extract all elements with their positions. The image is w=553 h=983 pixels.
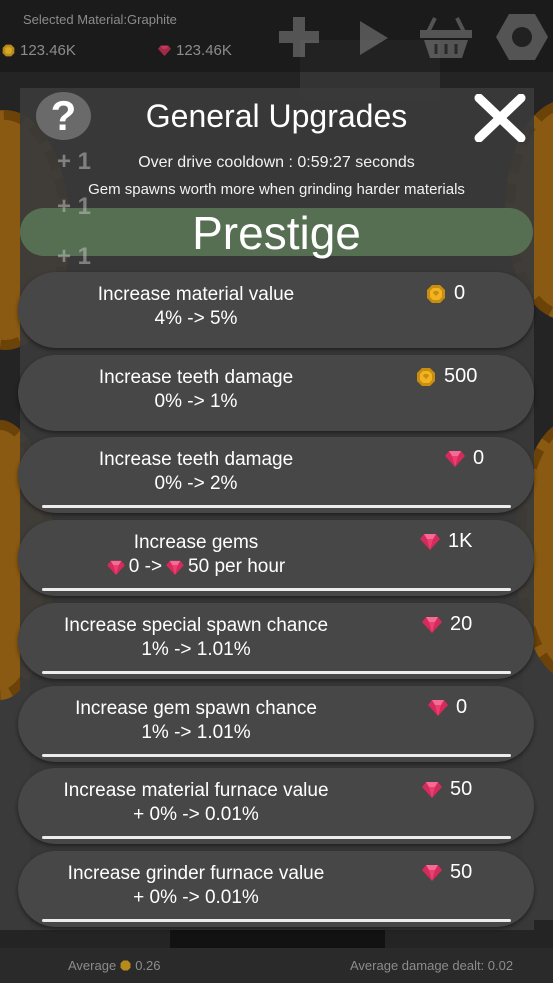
upgrade-value: 0 -> 50 per hour bbox=[18, 556, 374, 578]
upgrade-card-special-spawn-chance[interactable]: Increase special spawn chance 1% -> 1.01… bbox=[18, 603, 534, 679]
coin-icon bbox=[2, 44, 15, 57]
selected-material-label: Selected Material:Graphite bbox=[23, 12, 177, 27]
upgrade-cost: 50 bbox=[422, 861, 472, 884]
upgrade-title: Increase teeth damage bbox=[98, 367, 294, 388]
upgrade-card-material-value[interactable]: Increase material value 4% -> 5% 0 bbox=[18, 272, 534, 348]
upgrade-cost: 0 bbox=[428, 696, 467, 719]
gem-icon bbox=[422, 617, 442, 633]
floating-plus-one: + 1 bbox=[57, 243, 92, 270]
gem-icon bbox=[445, 451, 465, 467]
upgrade-value-from: 0 -> bbox=[128, 556, 163, 577]
upgrade-cost: 0 bbox=[426, 282, 465, 305]
upgrade-value: 4% -> 5% bbox=[154, 308, 238, 329]
upgrade-progress-bar bbox=[42, 505, 511, 508]
upgrade-cost-value: 50 bbox=[450, 861, 473, 883]
upgrade-value: 0% -> 1% bbox=[154, 391, 238, 412]
coin-icon bbox=[427, 284, 445, 303]
upgrade-value: + 0% -> 0.01% bbox=[133, 804, 259, 825]
upgrade-card-teeth-damage-gem[interactable]: Increase teeth damage 0% -> 2% 0 bbox=[18, 437, 534, 513]
upgrade-progress-bar bbox=[42, 754, 511, 757]
upgrade-card-gem-spawn-chance[interactable]: Increase gem spawn chance 1% -> 1.01% 0 bbox=[18, 686, 534, 762]
upgrade-value: + 0% -> 0.01% bbox=[133, 887, 259, 908]
gem-icon bbox=[428, 700, 448, 716]
gem-balance: 123.46K bbox=[158, 42, 232, 59]
floating-plus-one: + 1 bbox=[57, 193, 92, 220]
upgrade-value: 1% -> 1.01% bbox=[141, 722, 251, 743]
upgrade-title: Increase gems bbox=[133, 532, 259, 553]
upgrade-cost: 20 bbox=[422, 613, 472, 636]
upgrade-progress-bar bbox=[42, 919, 511, 922]
upgrade-card-gems[interactable]: Increase gems 0 -> 50 per hour 1K bbox=[18, 520, 534, 596]
coin-icon bbox=[120, 960, 131, 971]
floating-plus-one: + 1 bbox=[57, 148, 92, 175]
upgrade-value: 0% -> 2% bbox=[154, 473, 238, 494]
gem-icon bbox=[106, 560, 125, 575]
upgrade-cost: 500 bbox=[416, 365, 477, 388]
upgrade-progress-bar bbox=[42, 671, 511, 674]
upgrade-cost: 1K bbox=[420, 530, 472, 553]
average-stat: Average 0.26 bbox=[68, 958, 161, 973]
upgrade-cost-value: 0 bbox=[456, 696, 468, 718]
upgrade-cost-value: 1K bbox=[448, 530, 473, 552]
play-icon[interactable] bbox=[356, 18, 392, 58]
average-label: Average bbox=[68, 958, 117, 973]
close-icon[interactable] bbox=[473, 94, 527, 142]
upgrade-cost-value: 0 bbox=[473, 447, 485, 469]
basket-icon[interactable] bbox=[418, 14, 474, 60]
upgrade-title: Increase material furnace value bbox=[63, 780, 329, 801]
settings-icon[interactable] bbox=[494, 12, 550, 62]
average-value: 0.26 bbox=[135, 958, 161, 973]
coin-icon bbox=[417, 367, 435, 386]
upgrade-cost-value: 50 bbox=[450, 778, 473, 800]
upgrade-value-to: 50 per hour bbox=[188, 556, 286, 577]
gem-icon bbox=[422, 782, 442, 798]
upgrade-title: Increase teeth damage bbox=[98, 449, 294, 470]
gem-icon bbox=[158, 45, 171, 57]
upgrade-cost: 0 bbox=[445, 447, 484, 470]
gem-balance-value: 123.46K bbox=[176, 42, 232, 59]
upgrade-card-material-furnace-value[interactable]: Increase material furnace value + 0% -> … bbox=[18, 768, 534, 844]
average-damage-stat: Average damage dealt: 0.02 bbox=[350, 958, 514, 973]
upgrade-cost-value: 0 bbox=[454, 282, 466, 304]
upgrade-card-grinder-furnace-value[interactable]: Increase grinder furnace value + 0% -> 0… bbox=[18, 851, 534, 927]
upgrade-card-teeth-damage-coin[interactable]: Increase teeth damage 0% -> 1% 500 bbox=[18, 355, 534, 431]
coin-balance-value: 123.46K bbox=[20, 42, 76, 59]
gem-icon bbox=[166, 560, 184, 575]
coin-balance: 123.46K bbox=[2, 42, 76, 59]
upgrade-title: Increase grinder furnace value bbox=[67, 863, 325, 884]
add-icon[interactable] bbox=[274, 14, 324, 60]
dialog-title: General Upgrades bbox=[145, 98, 408, 134]
gem-icon bbox=[422, 865, 442, 881]
upgrade-value: 1% -> 1.01% bbox=[141, 639, 251, 660]
upgrade-cost-value: 500 bbox=[444, 365, 478, 387]
gem-icon bbox=[420, 534, 440, 550]
upgrade-progress-bar bbox=[42, 588, 511, 591]
upgrade-title: Increase material value bbox=[97, 284, 295, 305]
upgrade-title: Increase gem spawn chance bbox=[75, 698, 317, 719]
upgrade-cost-value: 20 bbox=[450, 613, 473, 635]
upgrade-progress-bar bbox=[42, 836, 511, 839]
upgrade-cost: 50 bbox=[422, 778, 472, 801]
upgrade-title: Increase special spawn chance bbox=[63, 615, 329, 636]
